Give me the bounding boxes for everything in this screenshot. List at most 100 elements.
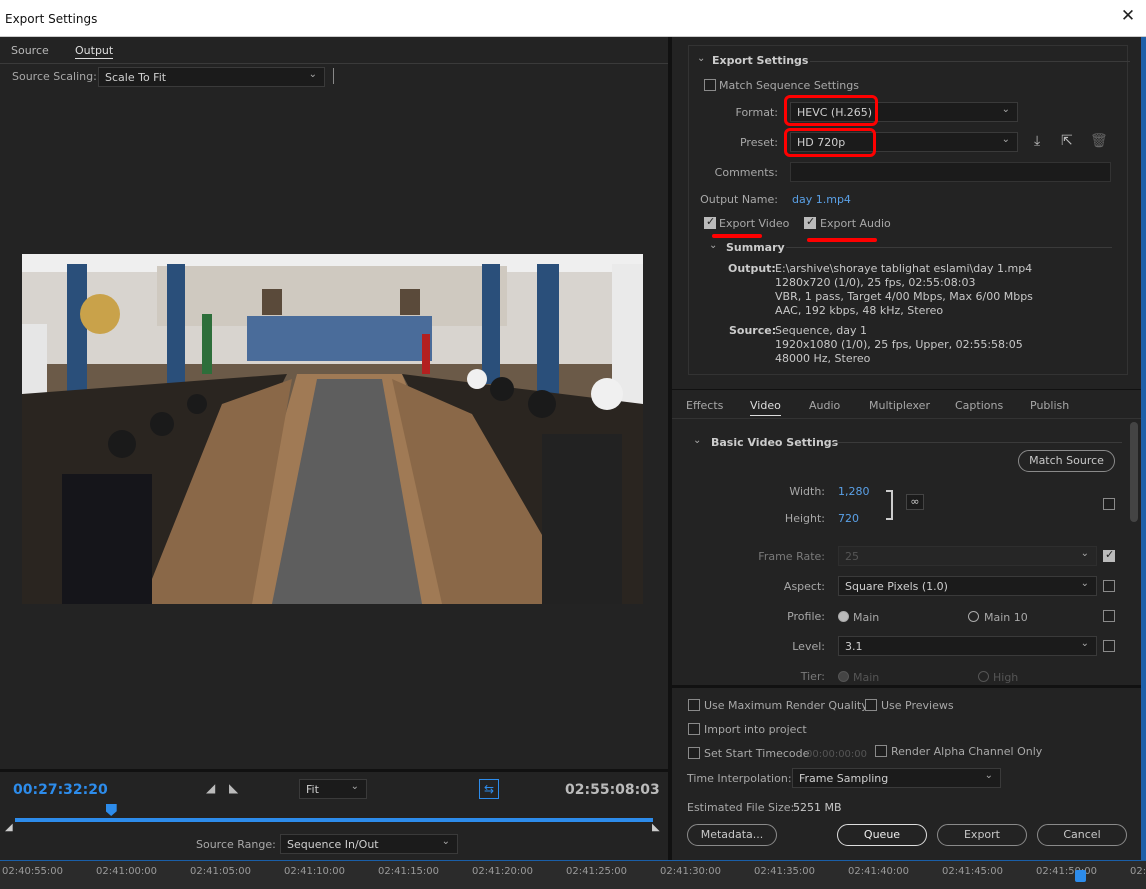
- summary-title: Summary: [726, 241, 785, 254]
- source-range-bar[interactable]: [15, 818, 653, 822]
- frame-rate-label: Frame Rate:: [758, 550, 825, 563]
- tab-captions[interactable]: Captions: [955, 399, 1003, 412]
- tier-main-radio[interactable]: [838, 671, 849, 682]
- tab-publish[interactable]: Publish: [1030, 399, 1069, 412]
- red-annotation: [807, 238, 877, 242]
- tier-main-label: Main: [853, 671, 880, 684]
- time-interp-dropdown[interactable]: Frame Sampling ⌄: [792, 768, 1001, 788]
- window-title: Export Settings: [5, 12, 98, 26]
- tier-label: Tier:: [800, 670, 825, 683]
- metadata-button[interactable]: Metadata...: [687, 824, 777, 846]
- summary-source-key: Source:: [729, 324, 777, 337]
- video-preview: [22, 254, 643, 604]
- profile-main10-radio[interactable]: [968, 611, 979, 622]
- est-size-value: 5251 MB: [793, 801, 842, 814]
- import-project-checkbox[interactable]: [688, 723, 700, 735]
- timeline-tick-label: 02:41:50:00: [1036, 866, 1098, 877]
- timeline-tick-label: 02:4: [1130, 866, 1146, 877]
- profile-main-radio[interactable]: [838, 611, 849, 622]
- zoom-value: Fit: [306, 783, 319, 796]
- red-annotation: [784, 95, 878, 126]
- tab-output[interactable]: Output: [75, 44, 114, 59]
- title-bar: Export Settings ✕: [0, 0, 1146, 37]
- width-height-checkbox[interactable]: [1103, 498, 1115, 510]
- use-previews-checkbox[interactable]: [865, 699, 877, 711]
- tab-source[interactable]: Source: [11, 44, 49, 57]
- tab-effects[interactable]: Effects: [686, 399, 723, 412]
- profile-label: Profile:: [787, 610, 825, 623]
- collapse-chevron-icon[interactable]: ⌄: [693, 435, 701, 446]
- summary-source-line: Sequence, day 1: [775, 324, 867, 337]
- chevron-down-icon: ⌄: [1001, 104, 1010, 115]
- export-video-checkbox[interactable]: [704, 215, 716, 229]
- width-value[interactable]: 1,280: [838, 485, 870, 498]
- import-preset-icon[interactable]: ⇱: [1061, 133, 1073, 149]
- start-timecode-label: Set Start Timecode: [704, 747, 810, 760]
- link-dimensions-icon[interactable]: ∞: [906, 494, 924, 510]
- level-checkbox[interactable]: [1103, 640, 1115, 652]
- divider: [810, 61, 1130, 62]
- aspect-dropdown[interactable]: Square Pixels (1.0) ⌄: [838, 576, 1097, 596]
- height-value[interactable]: 720: [838, 512, 859, 525]
- profile-main10-label: Main 10: [984, 611, 1028, 624]
- aspect-value: Square Pixels (1.0): [845, 580, 948, 593]
- zoom-dropdown[interactable]: Fit ⌄: [299, 779, 367, 799]
- summary-source-line: 1920x1080 (1/0), 25 fps, Upper, 02:55:58…: [775, 338, 1023, 351]
- aspect-checkbox[interactable]: [1103, 580, 1115, 592]
- time-interp-value: Frame Sampling: [799, 772, 889, 785]
- timeline-tick-label: 02:41:45:00: [942, 866, 1004, 877]
- start-timecode-checkbox[interactable]: [688, 747, 700, 759]
- export-audio-checkbox[interactable]: [804, 215, 816, 229]
- timeline-playhead[interactable]: [1075, 870, 1086, 882]
- mark-in-icon[interactable]: ◢: [206, 781, 215, 795]
- queue-button[interactable]: Queue: [837, 824, 927, 846]
- aspect-label: Aspect:: [783, 580, 825, 593]
- tab-audio[interactable]: Audio: [809, 399, 840, 412]
- source-scaling-dropdown[interactable]: Scale To Fit ⌄: [98, 67, 325, 87]
- frame-rate-checkbox[interactable]: [1103, 548, 1115, 562]
- tab-video[interactable]: Video: [750, 399, 781, 416]
- collapse-chevron-icon[interactable]: ⌄: [709, 240, 717, 251]
- level-dropdown[interactable]: 3.1 ⌄: [838, 636, 1097, 656]
- cancel-button[interactable]: Cancel: [1037, 824, 1127, 846]
- tier-high-radio[interactable]: [978, 671, 989, 682]
- render-alpha-label: Render Alpha Channel Only: [891, 745, 1043, 758]
- current-timecode[interactable]: 00:27:32:20: [13, 782, 108, 798]
- summary-output-line: 1280x720 (1/0), 25 fps, 02:55:08:03: [775, 276, 976, 289]
- profile-checkbox[interactable]: [1103, 610, 1115, 622]
- mark-out-icon[interactable]: ◣: [229, 781, 238, 795]
- red-annotation: [784, 128, 876, 157]
- export-button[interactable]: Export: [937, 824, 1027, 846]
- summary-source-line: 48000 Hz, Stereo: [775, 352, 871, 365]
- match-sequence-checkbox[interactable]: [704, 79, 716, 91]
- delete-preset-icon[interactable]: 🗑: [1090, 133, 1108, 149]
- out-point-icon[interactable]: ◣: [652, 822, 660, 833]
- frame-rate-dropdown[interactable]: 25 ⌄: [838, 546, 1097, 566]
- save-preset-icon[interactable]: ⤓: [1034, 133, 1040, 149]
- render-alpha-checkbox[interactable]: [875, 745, 887, 757]
- divider: [0, 63, 668, 64]
- source-range-dropdown[interactable]: Sequence In/Out ⌄: [280, 834, 458, 854]
- divider: [333, 68, 334, 84]
- close-icon[interactable]: ✕: [1118, 6, 1138, 30]
- timeline-tick-label: 02:40:55:00: [2, 866, 64, 877]
- output-name-link[interactable]: day 1.mp4: [792, 193, 851, 206]
- collapse-chevron-icon[interactable]: ⌄: [697, 53, 705, 64]
- max-render-label: Use Maximum Render Quality: [704, 699, 868, 712]
- aspect-toggle-icon[interactable]: ⇆: [479, 779, 499, 799]
- chevron-down-icon: ⌄: [1080, 548, 1089, 559]
- match-source-button[interactable]: Match Source: [1018, 450, 1115, 472]
- match-sequence-label: Match Sequence Settings: [719, 79, 859, 92]
- start-timecode-field[interactable]: 00:00:00:00: [806, 749, 867, 760]
- scrollbar-thumb[interactable]: [1130, 422, 1138, 522]
- divider: [786, 247, 1112, 248]
- in-point-icon[interactable]: ◢: [5, 822, 13, 833]
- timeline-tick-label: 02:41:00:00: [96, 866, 158, 877]
- end-timecode: 02:55:08:03: [565, 782, 660, 798]
- frame-rate-value: 25: [845, 550, 859, 563]
- max-render-checkbox[interactable]: [688, 699, 700, 711]
- comments-field[interactable]: [790, 162, 1111, 182]
- divider: [832, 442, 1122, 443]
- red-annotation: [712, 234, 762, 238]
- tab-multiplexer[interactable]: Multiplexer: [869, 399, 930, 412]
